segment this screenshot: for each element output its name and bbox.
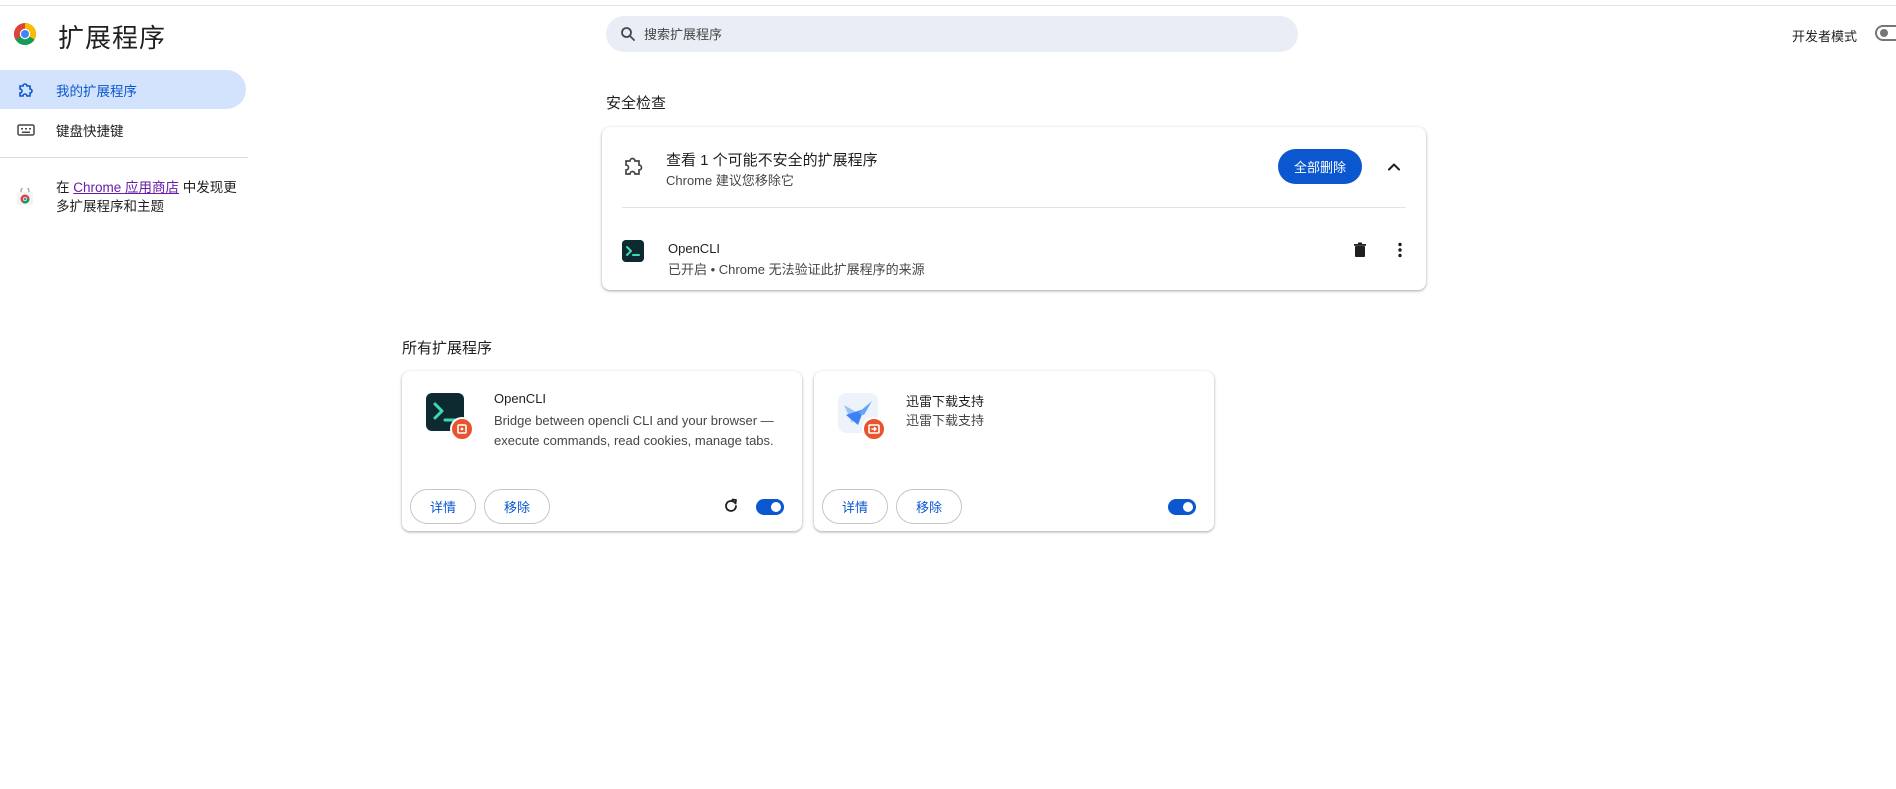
extension-description: Bridge between opencli CLI and your brow… (494, 413, 774, 448)
extension-description: 迅雷下载支持 (906, 413, 985, 428)
chrome-logo-icon (14, 23, 36, 45)
web-store-prefix: 在 (56, 180, 74, 195)
sidebar-divider (0, 157, 248, 158)
xunlei-bird-icon (838, 393, 886, 441)
sidebar-item-my-extensions[interactable]: 我的扩展程序 (0, 70, 246, 109)
chevron-up-icon[interactable] (1384, 157, 1404, 177)
extension-enable-toggle[interactable] (756, 499, 784, 515)
search-bar[interactable] (606, 16, 1298, 52)
chrome-web-store-link[interactable]: Chrome 应用商店 (73, 180, 179, 195)
unsafe-badge-icon (862, 417, 886, 441)
sidebar-item-keyboard-shortcuts[interactable]: 键盘快捷键 (0, 110, 246, 149)
chrome-web-store-icon (17, 188, 33, 205)
safety-check-title: 查看 1 个可能不安全的扩展程序 (666, 152, 878, 169)
developer-mode-label: 开发者模式 (1792, 29, 1858, 44)
opencli-terminal-icon (622, 240, 644, 262)
extension-puzzle-icon (625, 157, 643, 175)
safety-extension-name: OpenCLI (668, 241, 721, 256)
safety-divider (622, 207, 1406, 208)
opencli-terminal-icon (426, 393, 474, 441)
extension-card-xunlei: 迅雷下载支持 迅雷下载支持 详情 移除 (814, 371, 1214, 531)
unsafe-badge-icon (450, 417, 474, 441)
safety-extension-status: 已开启 • Chrome 无法验证此扩展程序的来源 (668, 262, 925, 277)
sidebar-item-label: 键盘快捷键 (56, 123, 124, 139)
sidebar-item-label: 我的扩展程序 (56, 83, 137, 99)
safety-check-card: 查看 1 个可能不安全的扩展程序 Chrome 建议您移除它 全部删除 Open… (602, 127, 1426, 290)
extension-name: 迅雷下载支持 (906, 394, 985, 409)
extension-card-opencli: OpenCLI Bridge between opencli CLI and y… (402, 371, 802, 531)
extension-name: OpenCLI (494, 391, 547, 406)
safety-check-heading: 安全检查 (606, 95, 667, 112)
search-input[interactable] (642, 25, 1246, 43)
window-top-border (0, 5, 1896, 6)
web-store-promo: 在 Chrome 应用商店 中发现更多扩展程序和主题 (16, 178, 246, 216)
details-button[interactable]: 详情 (822, 489, 888, 524)
extension-puzzle-icon (16, 80, 36, 100)
remove-all-button[interactable]: 全部删除 (1278, 149, 1362, 184)
trash-icon[interactable] (1350, 240, 1370, 260)
more-vert-icon[interactable] (1390, 240, 1410, 260)
reload-icon[interactable] (722, 497, 740, 515)
all-extensions-heading: 所有扩展程序 (402, 340, 493, 357)
page-title: 扩展程序 (58, 23, 167, 53)
remove-button[interactable]: 移除 (896, 489, 962, 524)
search-icon (621, 27, 635, 41)
safety-check-subtitle: Chrome 建议您移除它 (666, 173, 794, 188)
extension-enable-toggle[interactable] (1168, 499, 1196, 515)
details-button[interactable]: 详情 (410, 489, 476, 524)
keyboard-icon (16, 120, 36, 140)
remove-button[interactable]: 移除 (484, 489, 550, 524)
developer-mode-toggle[interactable] (1875, 25, 1896, 41)
